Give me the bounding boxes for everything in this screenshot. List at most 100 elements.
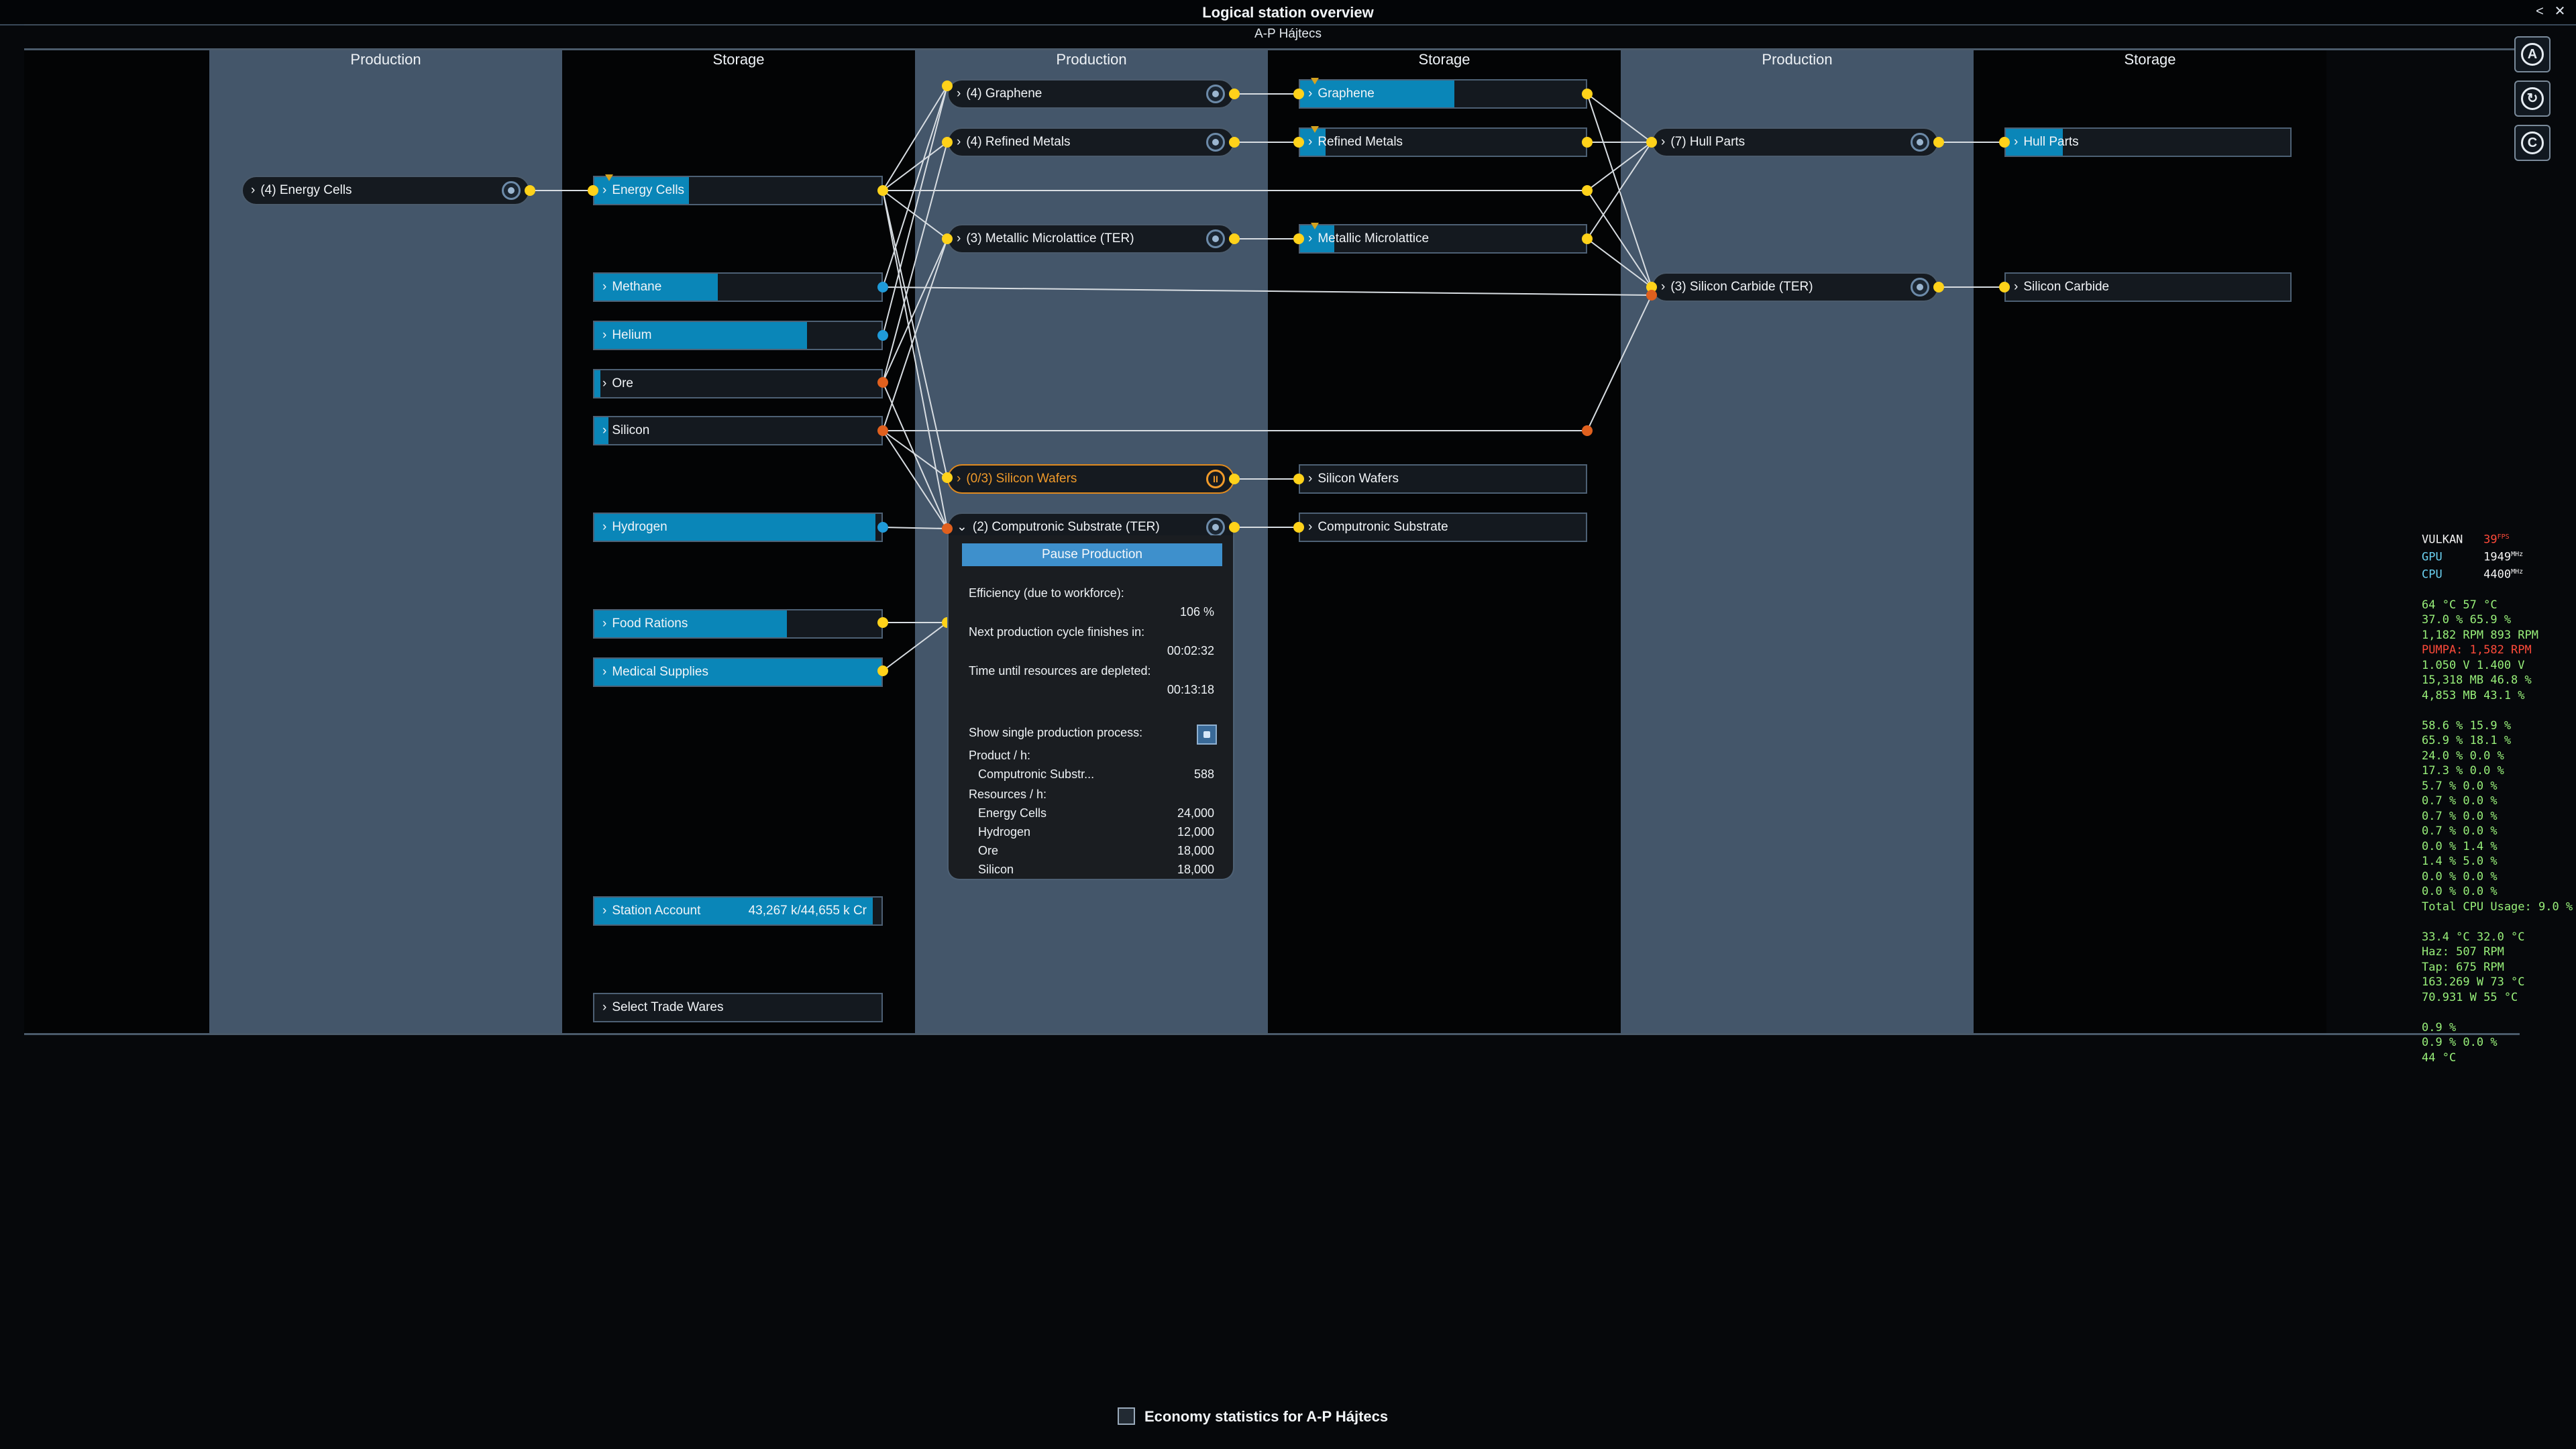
- storage-ore[interactable]: › Ore: [593, 369, 883, 398]
- production-label: (3) Silicon Carbide (TER): [1670, 280, 1813, 294]
- storage-silicon[interactable]: › Silicon: [593, 416, 883, 445]
- gear-icon: [1911, 278, 1929, 297]
- connector-dot: [1582, 137, 1593, 148]
- account-value: 43,267 k/44,655 k Cr: [748, 904, 867, 918]
- chevron-right-icon: ›: [602, 280, 607, 294]
- production-silicon-carbide[interactable]: › (3) Silicon Carbide (TER): [1652, 272, 1939, 302]
- connector-dot: [1582, 233, 1593, 244]
- storage-hydrogen[interactable]: › Hydrogen: [593, 513, 883, 542]
- production-label: (4) Graphene: [966, 87, 1042, 101]
- connector-dot: [877, 425, 888, 436]
- storage-label: Computronic Substrate: [1318, 520, 1448, 534]
- gear-icon: [1206, 229, 1225, 248]
- account-label: Station Account: [612, 904, 701, 918]
- chevron-down-icon: ⌄: [957, 520, 967, 534]
- connector-dot: [1999, 282, 2010, 292]
- connector-dot: [525, 185, 535, 196]
- depleted-label: Time until resources are depleted:: [969, 664, 1151, 678]
- pause-production-button[interactable]: Pause Production: [962, 543, 1222, 566]
- storage-medical-supplies[interactable]: › Medical Supplies: [593, 657, 883, 687]
- storage-silicon-carbide[interactable]: › Silicon Carbide: [2004, 272, 2292, 302]
- storage-metallic-microlattice[interactable]: › Metallic Microlattice: [1299, 223, 1587, 254]
- storage-hull-parts[interactable]: › Hull Parts: [2004, 127, 2292, 157]
- connector-dot: [1229, 522, 1240, 533]
- storage-label: Silicon Carbide: [2023, 280, 2110, 294]
- production-metallic-microlattice[interactable]: › (3) Metallic Microlattice (TER): [947, 224, 1234, 254]
- connector-dot: [1582, 185, 1593, 196]
- connector-dot: [1582, 89, 1593, 99]
- production-label: (7) Hull Parts: [1670, 135, 1746, 149]
- connector-dot: [588, 185, 598, 196]
- depleted-value: 00:13:18: [1167, 683, 1214, 696]
- storage-methane[interactable]: › Methane: [593, 272, 883, 302]
- economy-statistics-checkbox[interactable]: [1118, 1407, 1135, 1425]
- production-silicon-wafers[interactable]: › (0/3) Silicon Wafers II: [947, 464, 1234, 494]
- connector-dot: [1933, 282, 1944, 292]
- production-graphene[interactable]: › (4) Graphene: [947, 79, 1234, 109]
- efficiency-value: 106 %: [1179, 605, 1214, 619]
- resource-name: Hydrogen: [978, 825, 1031, 839]
- connector-dot: [877, 665, 888, 676]
- production-label: (0/3) Silicon Wafers: [966, 472, 1077, 486]
- resource-value: 12,000: [1177, 825, 1214, 839]
- storage-label: Food Rations: [612, 616, 688, 631]
- chevron-right-icon: ›: [1308, 135, 1313, 149]
- production-refined-metals[interactable]: › (4) Refined Metals: [947, 127, 1234, 157]
- production-label: (3) Metallic Microlattice (TER): [966, 231, 1134, 246]
- connector-dot: [942, 472, 953, 483]
- production-details-panel: Pause Production Efficiency (due to work…: [947, 535, 1234, 880]
- storage-refined-metals[interactable]: › Refined Metals: [1299, 126, 1587, 157]
- storage-label: Metallic Microlattice: [1318, 231, 1430, 246]
- connector-dot: [942, 523, 953, 534]
- production-energy-cells[interactable]: › (4) Energy Cells: [241, 176, 530, 205]
- autopilot-icon: A: [2521, 43, 2544, 66]
- resource-value: 24,000: [1177, 806, 1214, 820]
- connector-dot: [1229, 474, 1240, 484]
- connector-dot: [1582, 425, 1593, 436]
- chevron-right-icon: ›: [602, 616, 607, 631]
- connector-lines: [530, 85, 2004, 672]
- select-trade-wares[interactable]: › Select Trade Wares: [593, 993, 883, 1022]
- connector-dot: [1293, 474, 1304, 484]
- storage-label: Energy Cells: [612, 183, 685, 197]
- storage-computronic-substrate[interactable]: › Computronic Substrate: [1299, 513, 1587, 542]
- storage-helium[interactable]: › Helium: [593, 321, 883, 350]
- network-icon: ↻: [2521, 87, 2544, 110]
- network-button[interactable]: ↻: [2514, 80, 2551, 117]
- connector-dot: [942, 137, 953, 148]
- next-cycle-label: Next production cycle finishes in:: [969, 625, 1145, 639]
- connector-dot: [1229, 233, 1240, 244]
- storage-food-rations[interactable]: › Food Rations: [593, 609, 883, 639]
- credits-button[interactable]: C: [2514, 125, 2551, 161]
- connector-dot: [877, 330, 888, 341]
- storage-silicon-wafers[interactable]: › Silicon Wafers: [1299, 464, 1587, 494]
- production-label: (4) Energy Cells: [260, 183, 352, 197]
- production-label: (4) Refined Metals: [966, 135, 1071, 149]
- connector-dot: [1293, 522, 1304, 533]
- storage-label: Graphene: [1318, 87, 1375, 101]
- efficiency-label: Efficiency (due to workforce):: [969, 586, 1124, 600]
- storage-label: Silicon Wafers: [1318, 472, 1399, 486]
- storage-label: Refined Metals: [1318, 135, 1403, 149]
- connector-dot: [1933, 137, 1944, 148]
- single-process-checkbox[interactable]: [1197, 724, 1217, 745]
- chevron-right-icon: ›: [1661, 280, 1666, 294]
- chevron-right-icon: ›: [1308, 231, 1313, 246]
- trade-wares-label: Select Trade Wares: [612, 1000, 724, 1014]
- storage-graphene[interactable]: › Graphene: [1299, 78, 1587, 109]
- chevron-right-icon: ›: [1308, 472, 1313, 486]
- production-hull-parts[interactable]: › (7) Hull Parts: [1652, 127, 1939, 157]
- storage-energy-cells[interactable]: › Energy Cells: [593, 174, 883, 205]
- chevron-right-icon: ›: [602, 376, 607, 390]
- chevron-right-icon: ›: [2014, 280, 2019, 294]
- resource-name: Energy Cells: [978, 806, 1047, 820]
- connector-dot: [1229, 89, 1240, 99]
- gear-icon: [502, 181, 521, 200]
- resources-header: Resources / h:: [969, 788, 1047, 801]
- gear-icon: [1206, 133, 1225, 152]
- chevron-right-icon: ›: [957, 472, 961, 486]
- autopilot-button[interactable]: A: [2514, 36, 2551, 72]
- station-account[interactable]: › Station Account 43,267 k/44,655 k Cr: [593, 896, 883, 926]
- chevron-right-icon: ›: [602, 520, 607, 534]
- next-cycle-value: 00:02:32: [1167, 644, 1214, 657]
